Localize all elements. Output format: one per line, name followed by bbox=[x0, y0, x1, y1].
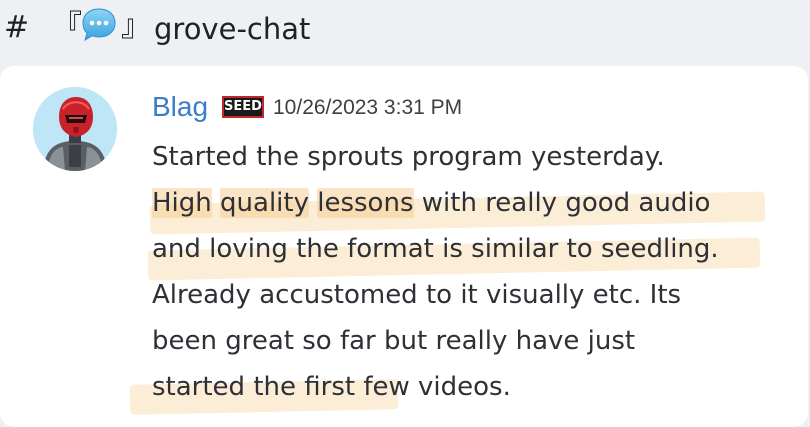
highlighted-text: been great so far bbox=[152, 326, 376, 356]
message-text-segment: Already accustomed to it visually etc. I… bbox=[152, 280, 682, 310]
role-badge[interactable]: SEED bbox=[222, 96, 264, 118]
message-line: and loving the format is similar to seed… bbox=[152, 226, 792, 272]
message-card: Blag SEED 10/26/2023 3:31 PM Started the… bbox=[0, 66, 808, 427]
highlighted-text: lessons bbox=[317, 188, 414, 218]
message-text-segment: started the first few videos. bbox=[152, 372, 511, 402]
chat-bubble-icon bbox=[82, 8, 116, 42]
bracket-right: 』 bbox=[121, 9, 151, 44]
message-line: Started the sprouts program yesterday. bbox=[152, 134, 792, 180]
channel-hash-icon: # bbox=[4, 10, 30, 45]
message-text-segment bbox=[212, 188, 220, 218]
message-line: been great so far but really have just bbox=[152, 318, 792, 364]
channel-header: # 『 』 grove-chat bbox=[0, 0, 810, 62]
message-text-segment: with really good audio bbox=[413, 188, 711, 218]
avatar[interactable] bbox=[33, 87, 117, 171]
highlighted-text: quality bbox=[220, 188, 309, 218]
message-text-segment: and loving the format is similar to seed… bbox=[152, 234, 719, 264]
channel-name[interactable]: grove-chat bbox=[154, 10, 310, 48]
message-timestamp[interactable]: 10/26/2023 3:31 PM bbox=[273, 92, 462, 124]
message-line: High quality lessons with really good au… bbox=[152, 180, 792, 226]
message-text-segment bbox=[309, 188, 317, 218]
message-line: started the first few videos. bbox=[152, 364, 792, 410]
bracket-left: 『 bbox=[52, 9, 82, 44]
robot-avatar-icon bbox=[33, 87, 117, 171]
message-text-segment: but really have just bbox=[375, 326, 636, 356]
message-text-segment: Started the sprouts program yesterday. bbox=[152, 142, 665, 172]
message-line: Already accustomed to it visually etc. I… bbox=[152, 272, 792, 318]
message-content: Started the sprouts program yesterday. H… bbox=[129, 134, 792, 415]
author-name[interactable]: Blag bbox=[152, 88, 208, 126]
highlighted-text: High bbox=[152, 188, 212, 218]
